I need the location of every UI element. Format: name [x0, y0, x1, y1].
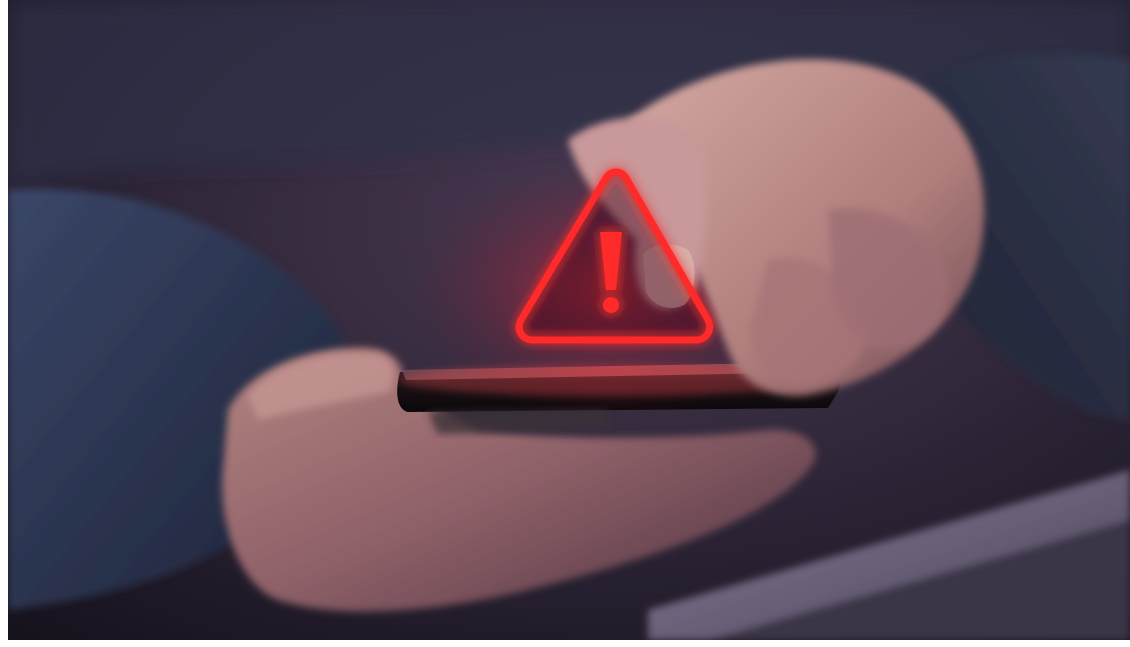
smartphone-warning-photo	[8, 0, 1130, 640]
photo-frame	[8, 0, 1130, 640]
